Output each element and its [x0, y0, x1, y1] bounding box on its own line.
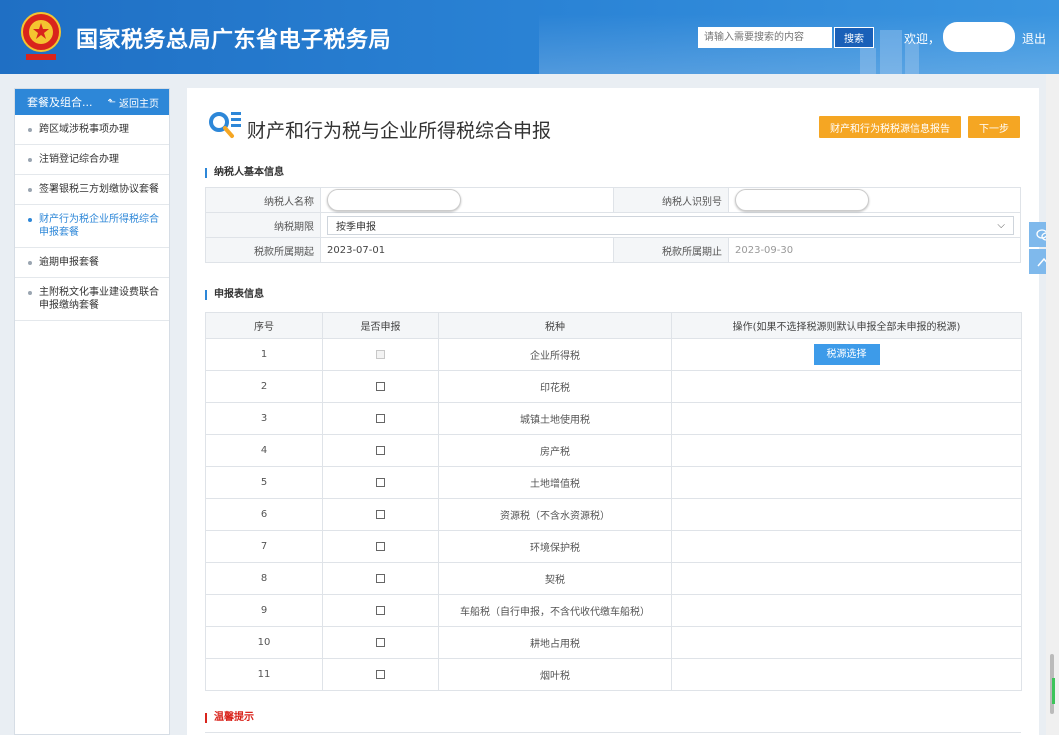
search-input[interactable] [698, 27, 832, 48]
table-row: 4 房产税 [205, 434, 1022, 467]
row-tax-type: 印花税 [438, 370, 672, 403]
page-title: 财产和行为税与企业所得税综合申报 [247, 120, 552, 142]
top-header: 国家税务总局广东省电子税务局 搜索 欢迎， 退出 [0, 0, 1059, 74]
sidebar-header: 套餐及组合... ⬑ 返回主页 [15, 89, 169, 115]
table-row: 2 印花税 [205, 370, 1022, 403]
table-row: 10 耕地占用税 [205, 626, 1022, 659]
declare-checkbox[interactable] [376, 541, 385, 551]
row-no: 2 [205, 370, 323, 403]
sidebar-item-cross-region[interactable]: 跨区域涉税事项办理 [15, 115, 169, 145]
sidebar-item-culture-fee[interactable]: 主附税文化事业建设费联合申报缴纳套餐 [15, 278, 169, 321]
table-row: 11 烟叶税 [205, 658, 1022, 691]
declare-checkbox[interactable] [376, 669, 385, 679]
back-arrow-icon: ⬑ [107, 96, 116, 108]
column-header-declare: 是否申报 [322, 312, 439, 339]
declare-checkbox[interactable] [376, 413, 385, 423]
next-step-button[interactable]: 下一步 [968, 116, 1020, 138]
row-no: 11 [205, 658, 323, 691]
declaration-title: 申报表信息 [205, 290, 264, 300]
site-title: 国家税务总局广东省电子税务局 [76, 28, 392, 53]
skyline-building [880, 30, 902, 74]
table-row: 1 企业所得税 税源选择 [205, 338, 1022, 371]
table-row: 9 车船税（自行申报，不含代收代缴车船税） [205, 594, 1022, 627]
period-end-label: 税款所属期止 [613, 237, 729, 263]
column-header-tax-type: 税种 [438, 312, 672, 339]
row-tax-type: 契税 [438, 562, 672, 595]
sidebar-item-combined-declaration[interactable]: 财产行为税企业所得税综合申报套餐 [15, 205, 169, 248]
table-row: 3 城镇土地使用税 [205, 402, 1022, 435]
back-home-link[interactable]: ⬑ 返回主页 [108, 95, 159, 110]
row-no: 8 [205, 562, 323, 595]
taxpayer-name-label: 纳税人名称 [205, 187, 321, 213]
tax-period-value: 按季申报 [336, 221, 376, 233]
row-no: 6 [205, 498, 323, 531]
basic-info-form: 纳税人名称 纳税人识别号 纳税期限 按季申报 ⌵ 税款所属期起 2023-07-… [205, 187, 1021, 263]
logout-link[interactable]: 退出 [1022, 30, 1046, 47]
taxpayer-id-redaction [735, 189, 869, 211]
skyline-building [860, 48, 876, 74]
row-no: 5 [205, 466, 323, 499]
sidebar-title: 套餐及组合... [27, 96, 93, 109]
sidebar-item-deregistration[interactable]: 注销登记综合办理 [15, 145, 169, 175]
row-tax-type: 企业所得税 [438, 338, 672, 371]
period-start-label: 税款所属期起 [205, 237, 321, 263]
row-no: 7 [205, 530, 323, 563]
tax-period-label: 纳税期限 [205, 212, 321, 238]
row-no: 4 [205, 434, 323, 467]
tax-source-select-button[interactable]: 税源选择 [813, 344, 880, 365]
declare-checkbox[interactable] [376, 637, 385, 647]
declaration-table: 序号 是否申报 税种 操作(如果不选择税源则默认申报全部未申报的税源) 1 企业… [205, 312, 1022, 691]
tax-source-report-button[interactable]: 财产和行为税税源信息报告 [819, 116, 961, 138]
welcome-text: 欢迎， [904, 32, 941, 46]
back-home-label: 返回主页 [119, 98, 159, 110]
row-no: 9 [205, 594, 323, 627]
sidebar: 套餐及组合... ⬑ 返回主页 跨区域涉税事项办理 注销登记综合办理 签署银税三… [14, 88, 170, 735]
tax-emblem-icon [21, 12, 61, 60]
declare-checkbox[interactable] [376, 445, 385, 455]
chevron-down-icon: ⌵ [997, 219, 1005, 231]
declare-checkbox[interactable] [376, 509, 385, 519]
search-document-icon [209, 112, 241, 138]
declare-checkbox[interactable] [376, 573, 385, 583]
declare-checkbox[interactable] [376, 477, 385, 487]
row-tax-type: 车船税（自行申报，不含代收代缴车船税） [438, 594, 672, 627]
taxpayer-name-redaction [327, 189, 461, 211]
row-tax-type: 城镇土地使用税 [438, 402, 672, 435]
declare-checkbox [376, 349, 385, 359]
tips-title: 温馨提示 [205, 713, 254, 723]
row-tax-type: 土地增值税 [438, 466, 672, 499]
taxpayer-id-label: 纳税人识别号 [613, 187, 729, 213]
period-start-value: 2023-07-01 [320, 237, 614, 263]
row-tax-type: 耕地占用税 [438, 626, 672, 659]
table-row: 7 环境保护税 [205, 530, 1022, 563]
sidebar-item-overdue[interactable]: 逾期申报套餐 [15, 248, 169, 278]
column-header-no: 序号 [205, 312, 323, 339]
main-panel: 财产和行为税与企业所得税综合申报 财产和行为税税源信息报告 下一步 纳税人基本信… [187, 88, 1039, 735]
row-tax-type: 房产税 [438, 434, 672, 467]
table-row: 5 土地增值税 [205, 466, 1022, 499]
column-header-operation: 操作(如果不选择税源则默认申报全部未申报的税源) [671, 312, 1022, 339]
table-row: 8 契税 [205, 562, 1022, 595]
username-redaction [943, 22, 1015, 52]
scroll-indicator [1052, 678, 1055, 704]
row-tax-type: 烟叶税 [438, 658, 672, 691]
page-scrollbar[interactable] [1046, 74, 1059, 735]
period-end-value: 2023-09-30 [728, 237, 1021, 263]
declare-checkbox[interactable] [376, 605, 385, 615]
search-button[interactable]: 搜索 [834, 27, 874, 48]
row-no: 1 [205, 338, 323, 371]
row-no: 3 [205, 402, 323, 435]
sidebar-item-tripartite-agreement[interactable]: 签署银税三方划缴协议套餐 [15, 175, 169, 205]
row-tax-type: 资源税（不含水资源税） [438, 498, 672, 531]
basic-info-title: 纳税人基本信息 [205, 168, 284, 178]
row-no: 10 [205, 626, 323, 659]
row-tax-type: 环境保护税 [438, 530, 672, 563]
table-row: 6 资源税（不含水资源税） [205, 498, 1022, 531]
tax-period-select[interactable]: 按季申报 ⌵ [327, 215, 1014, 235]
declare-checkbox[interactable] [376, 381, 385, 391]
